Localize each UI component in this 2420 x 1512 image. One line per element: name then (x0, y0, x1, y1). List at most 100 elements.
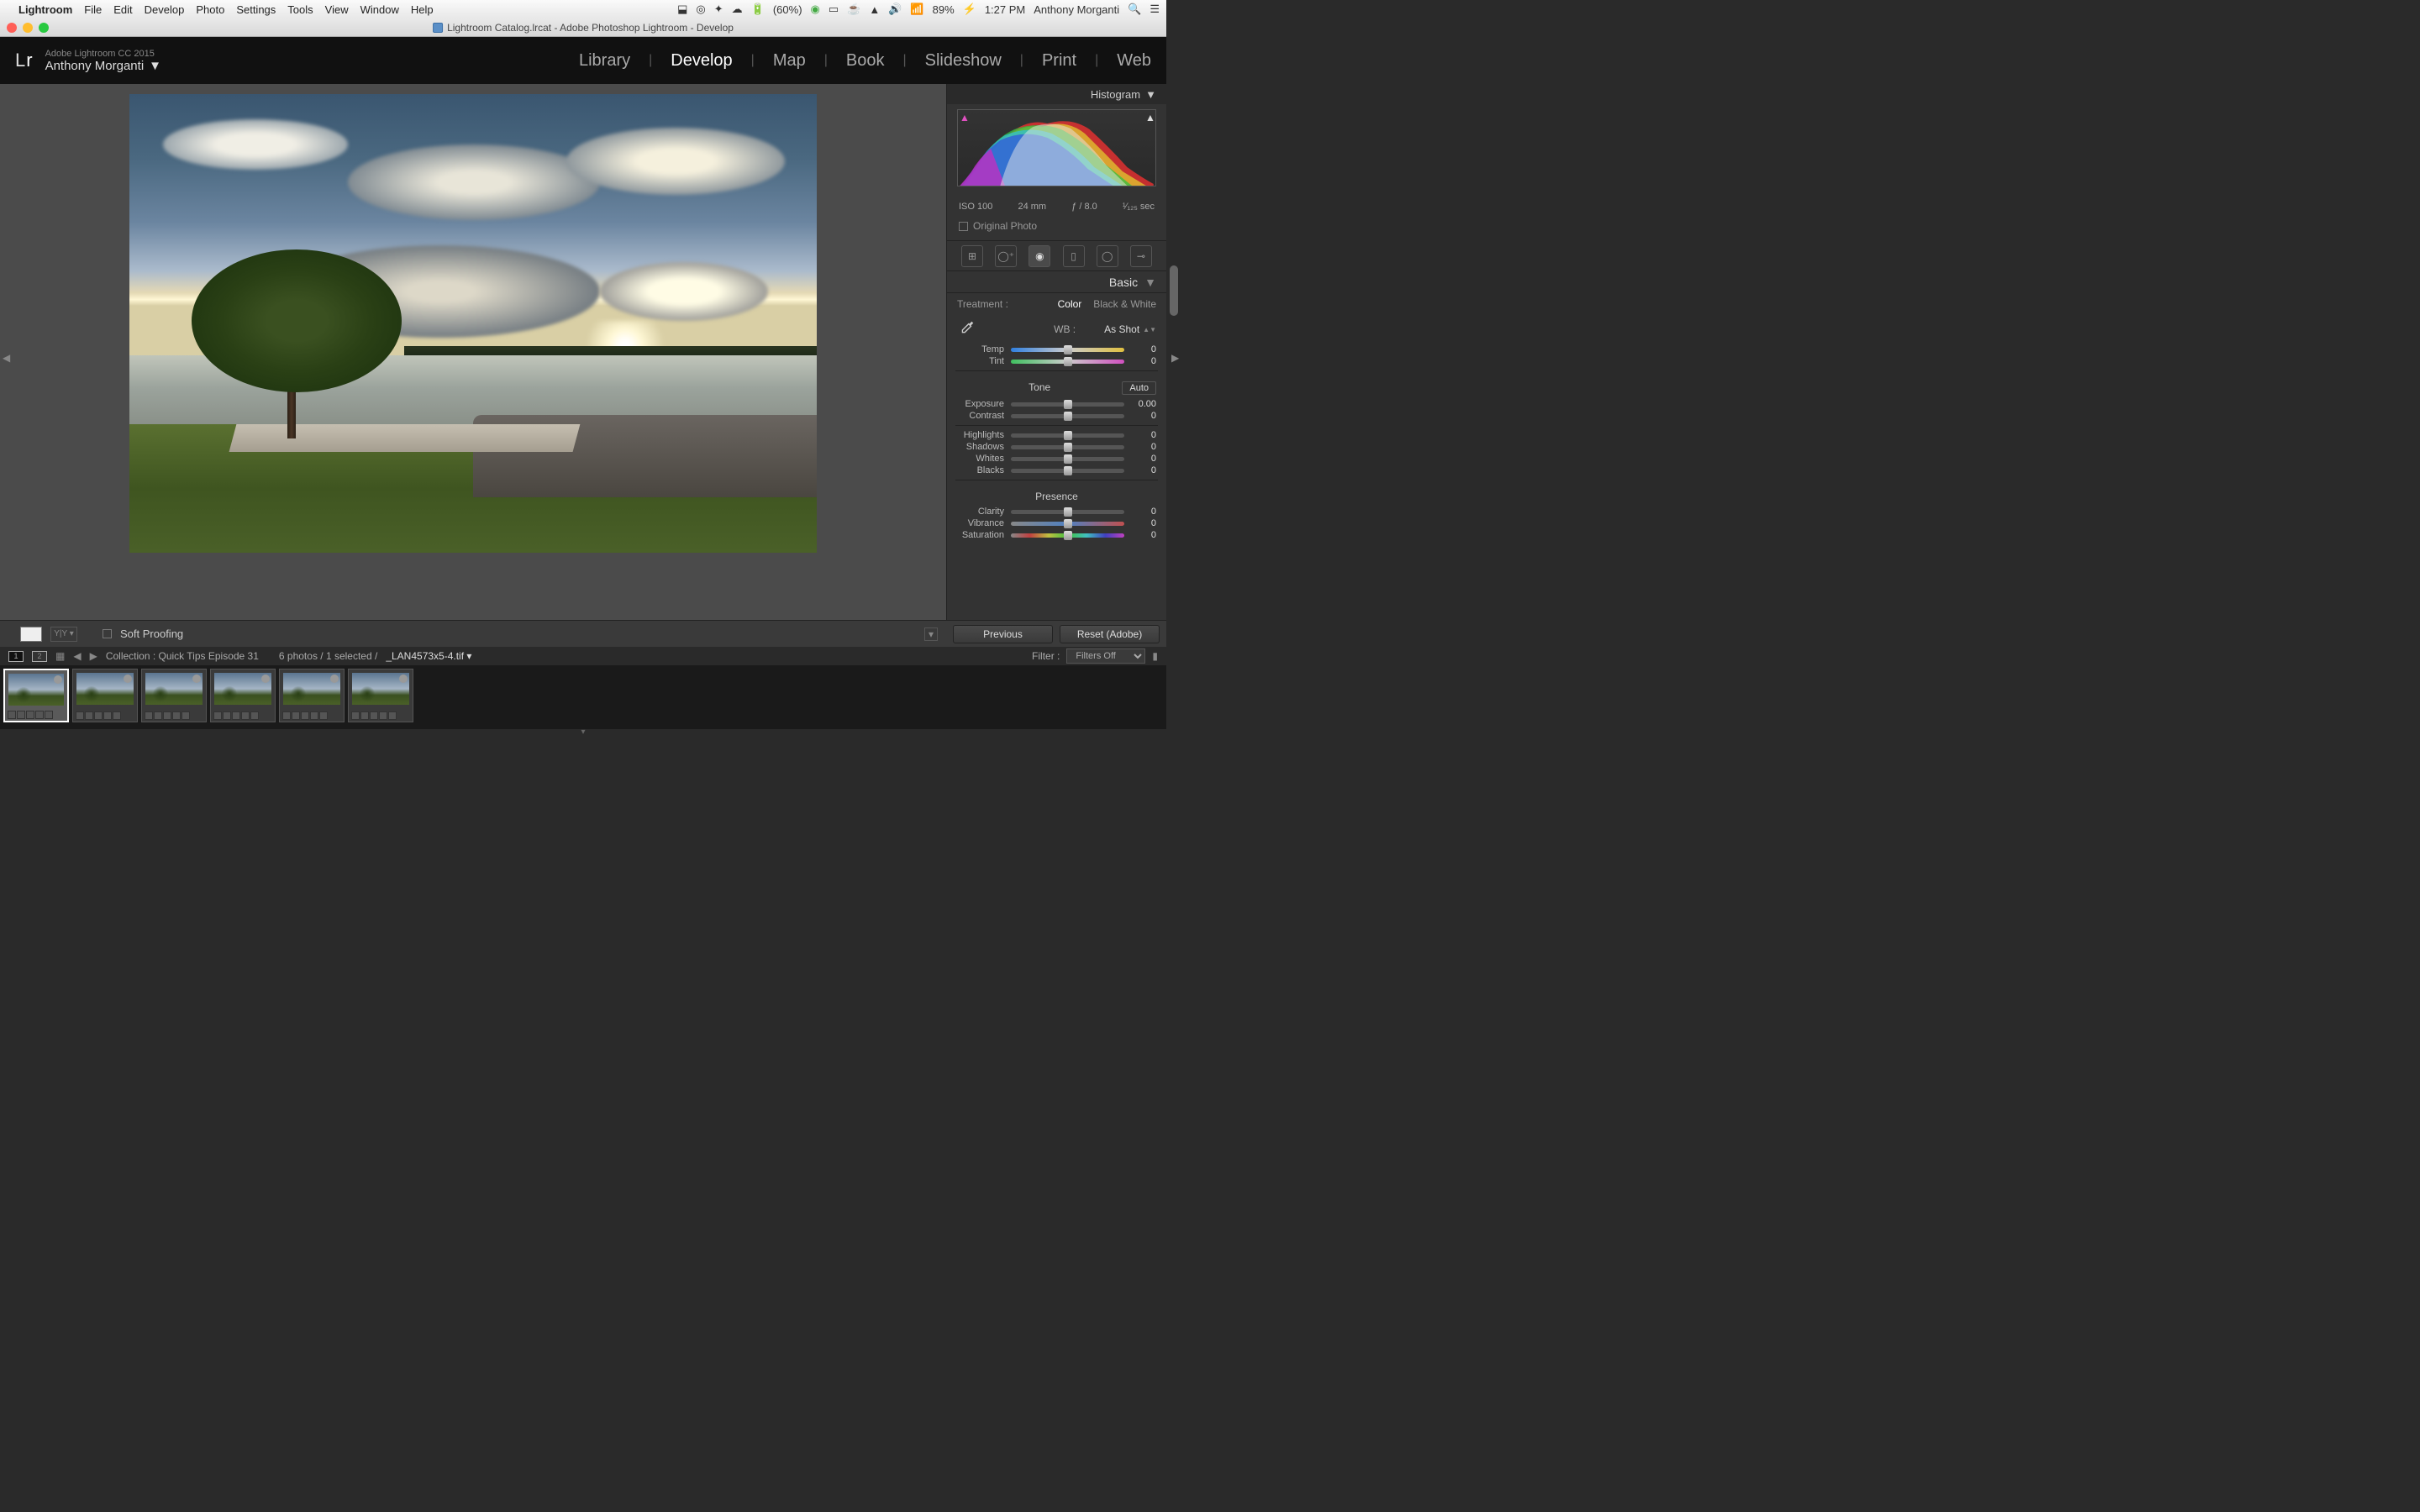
shadows-value[interactable]: 0 (1131, 442, 1156, 452)
window-close-button[interactable] (7, 23, 17, 33)
saturation-value[interactable]: 0 (1131, 530, 1156, 540)
menu-tools[interactable]: Tools (287, 3, 313, 16)
status-icon-2[interactable]: ◉ (811, 3, 820, 16)
wb-dropdown[interactable]: As Shot ▲▼ (1104, 323, 1156, 335)
identity-plate[interactable]: Anthony Morganti ▼ (45, 59, 161, 73)
module-library[interactable]: Library (579, 51, 630, 71)
clock[interactable]: 1:27 PM (985, 3, 1025, 16)
filter-dropdown[interactable]: Filters Off (1066, 648, 1145, 664)
filmstrip[interactable] (0, 665, 1166, 729)
filmstrip-thumb[interactable] (141, 669, 207, 722)
filmstrip-thumb[interactable] (3, 669, 69, 722)
vibrance-value[interactable]: 0 (1131, 518, 1156, 528)
reset-button[interactable]: Reset (Adobe) (1060, 625, 1160, 643)
image-canvas[interactable]: ◀ (0, 84, 946, 620)
radial-filter-tool[interactable]: ◯ (1097, 245, 1118, 267)
basic-panel-header[interactable]: Basic ▼ (947, 271, 1166, 293)
whites-value[interactable]: 0 (1131, 454, 1156, 464)
treatment-bw[interactable]: Black & White (1093, 298, 1156, 310)
panel-scrollbar[interactable] (1170, 265, 1178, 316)
cloud-icon[interactable]: ☁ (732, 3, 743, 16)
menu-edit[interactable]: Edit (113, 3, 132, 16)
loupe-view-button[interactable] (20, 627, 42, 642)
menu-settings[interactable]: Settings (236, 3, 276, 16)
menu-develop[interactable]: Develop (145, 3, 185, 16)
before-after-button[interactable]: Y|Y ▾ (50, 627, 77, 642)
exposure-slider[interactable] (1011, 402, 1124, 407)
tint-value[interactable]: 0 (1131, 356, 1156, 366)
filmstrip-thumb[interactable] (348, 669, 413, 722)
contrast-slider[interactable] (1011, 414, 1124, 418)
flag-icon[interactable] (261, 675, 270, 683)
toolbar-menu-button[interactable]: ▾ (924, 627, 938, 641)
previous-button[interactable]: Previous (953, 625, 1053, 643)
auto-tone-button[interactable]: Auto (1122, 381, 1156, 395)
filmstrip-toggle[interactable]: ▾ (0, 729, 1166, 738)
menu-window[interactable]: Window (360, 3, 399, 16)
window-minimize-button[interactable] (23, 23, 33, 33)
module-map[interactable]: Map (773, 51, 806, 71)
menu-file[interactable]: File (84, 3, 102, 16)
filter-lock-icon[interactable]: ▮ (1152, 650, 1158, 662)
nav-back-icon[interactable]: ◀ (73, 650, 81, 662)
flag-icon[interactable] (330, 675, 339, 683)
status-icon-1[interactable]: ✦ (714, 3, 723, 16)
battery-icon[interactable]: 🔋 (751, 3, 765, 16)
histogram-header[interactable]: Histogram ▼ (947, 84, 1166, 104)
main-window-button[interactable]: 1 (8, 651, 24, 662)
module-develop[interactable]: Develop (671, 51, 732, 71)
original-photo-checkbox[interactable] (959, 222, 968, 231)
crop-tool[interactable]: ⊞ (961, 245, 983, 267)
clarity-value[interactable]: 0 (1131, 507, 1156, 517)
shadows-slider[interactable] (1011, 445, 1124, 449)
right-panel-toggle[interactable]: ▶ (1171, 352, 1178, 367)
tint-slider[interactable] (1011, 360, 1124, 364)
wifi-icon[interactable]: 📶 (910, 3, 923, 16)
graduated-filter-tool[interactable]: ▯ (1063, 245, 1085, 267)
collection-path[interactable]: Collection : Quick Tips Episode 31 (106, 650, 259, 662)
status-icon-3[interactable]: ☕ (847, 3, 860, 16)
module-print[interactable]: Print (1042, 51, 1076, 71)
exposure-value[interactable]: 0.00 (1131, 399, 1156, 409)
saturation-slider[interactable] (1011, 533, 1124, 538)
highlights-slider[interactable] (1011, 433, 1124, 438)
volume-icon[interactable]: 🔊 (888, 3, 902, 16)
flag-icon[interactable] (399, 675, 408, 683)
user-menu[interactable]: Anthony Morganti (1034, 3, 1119, 16)
blacks-slider[interactable] (1011, 469, 1124, 473)
menu-view[interactable]: View (325, 3, 349, 16)
current-filename[interactable]: _LAN4573x5-4.tif ▾ (386, 650, 471, 662)
flag-icon[interactable] (192, 675, 201, 683)
histogram-display[interactable]: ▲ ▲ (957, 109, 1156, 186)
display-icon[interactable]: ▭ (829, 3, 839, 16)
photo-preview[interactable] (129, 94, 817, 553)
module-book[interactable]: Book (846, 51, 885, 71)
dropbox-icon[interactable]: ⬓ (677, 3, 687, 16)
clarity-slider[interactable] (1011, 510, 1124, 514)
window-maximize-button[interactable] (39, 23, 49, 33)
airplay-icon[interactable]: ▲ (869, 3, 880, 16)
redeye-tool[interactable]: ◉ (1028, 245, 1050, 267)
cc-icon[interactable]: ◎ (696, 3, 705, 16)
filmstrip-thumb[interactable] (279, 669, 345, 722)
highlights-value[interactable]: 0 (1131, 430, 1156, 440)
second-window-button[interactable]: 2 (32, 651, 47, 662)
treatment-color[interactable]: Color (1058, 298, 1082, 310)
temp-value[interactable]: 0 (1131, 344, 1156, 354)
nav-forward-icon[interactable]: ▶ (90, 650, 97, 662)
spot-removal-tool[interactable]: ◯⁺ (995, 245, 1017, 267)
menu-photo[interactable]: Photo (196, 3, 224, 16)
notification-center-icon[interactable]: ☰ (1150, 3, 1160, 16)
soft-proofing-checkbox[interactable] (103, 629, 112, 638)
module-web[interactable]: Web (1117, 51, 1151, 71)
filmstrip-thumb[interactable] (210, 669, 276, 722)
spotlight-icon[interactable]: 🔍 (1128, 3, 1141, 16)
filmstrip-thumb[interactable] (72, 669, 138, 722)
left-panel-toggle[interactable]: ◀ (3, 352, 9, 367)
adjustment-brush-tool[interactable]: ⊸ (1130, 245, 1152, 267)
grid-icon[interactable]: ▦ (55, 650, 65, 662)
menu-help[interactable]: Help (411, 3, 434, 16)
flag-icon[interactable] (124, 675, 132, 683)
flag-icon[interactable] (54, 675, 62, 684)
vibrance-slider[interactable] (1011, 522, 1124, 526)
